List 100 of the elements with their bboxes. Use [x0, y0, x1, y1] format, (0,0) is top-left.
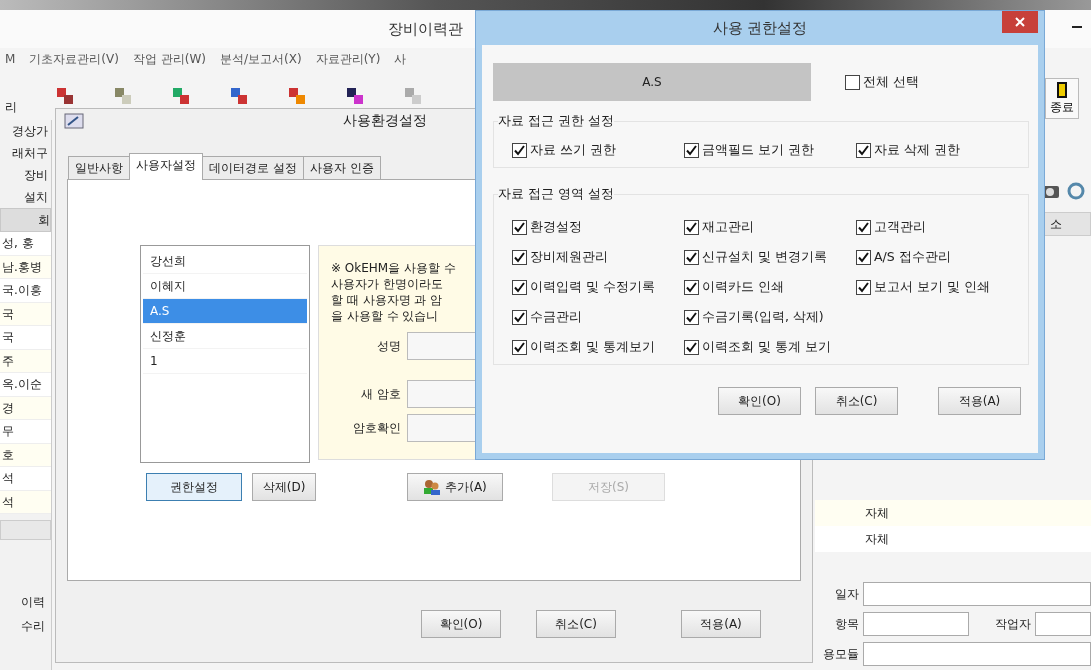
- field-label: 암호확인: [352, 419, 401, 437]
- checkbox[interactable]: 자료 쓰기 권한: [512, 142, 684, 159]
- checkbox-box: [856, 280, 871, 295]
- table-cell: 국: [0, 302, 51, 326]
- dialog-button[interactable]: 취소(C): [536, 610, 616, 638]
- checkbox[interactable]: 자료 삭제 권한: [856, 142, 1028, 159]
- checkbox-label: 환경설정: [530, 219, 582, 236]
- list-item[interactable]: 1: [143, 349, 307, 374]
- field-label: 성명: [376, 337, 401, 355]
- input-field[interactable]: [863, 582, 1091, 606]
- checkbox-box: [512, 143, 527, 158]
- field-label: 새 암호: [360, 385, 401, 403]
- field-label: 일자: [834, 585, 859, 603]
- checkbox-label: 자료 쓰기 권한: [530, 142, 616, 159]
- table-cell: 국.이흥: [0, 279, 51, 303]
- delete-button[interactable]: 삭제(D): [252, 473, 316, 501]
- checkbox[interactable]: 고객관리: [856, 219, 1028, 236]
- permission-button[interactable]: 권한설정: [146, 473, 242, 501]
- table-cell: 남.홍병: [0, 255, 51, 279]
- checkbox-label: 보고서 보기 및 인쇄: [874, 279, 990, 296]
- input-field[interactable]: [863, 642, 1091, 666]
- field-label: 작업자: [994, 615, 1031, 633]
- checkbox-box: [684, 220, 699, 235]
- checkbox[interactable]: 이력조회 및 통계 보기: [684, 339, 856, 356]
- note-text: ※ OkEHM을 사용할 수 사용자가 한명이라도 할 때 사용자명 과 암 을 사용할 수 있습니: [331, 260, 457, 324]
- checkbox-box: [856, 250, 871, 265]
- column-header: 회: [0, 208, 51, 232]
- checkbox-label: A/S 접수관리: [874, 249, 951, 266]
- checkbox-label: 이력조회 및 통계보기: [530, 339, 655, 356]
- tab[interactable]: 사용자설정: [129, 153, 203, 180]
- tab[interactable]: 사용자 인증: [302, 156, 381, 180]
- tab[interactable]: 데이터경로 설정: [202, 156, 304, 180]
- checkbox[interactable]: 수금관리: [512, 309, 684, 326]
- scrollbar[interactable]: [0, 520, 51, 540]
- checkbox-box: [684, 340, 699, 355]
- checkbox[interactable]: 보고서 보기 및 인쇄: [856, 279, 1028, 296]
- dialog-button[interactable]: 확인(O): [421, 610, 501, 638]
- table-cell: 주: [0, 349, 51, 373]
- checkbox[interactable]: 신규설치 및 변경기록: [684, 249, 856, 266]
- checkbox-box: [684, 280, 699, 295]
- field-label: 장비: [23, 167, 49, 184]
- menu-item[interactable]: 작업 관리(W): [132, 50, 206, 68]
- exit-button[interactable]: 종료: [1045, 78, 1079, 119]
- checkbox[interactable]: 이력조회 및 통계보기: [512, 339, 684, 356]
- user-name: A.S: [493, 63, 811, 101]
- menu-item[interactable]: 기초자료관리(V): [29, 50, 119, 68]
- checkbox[interactable]: 이력카드 인쇄: [684, 279, 856, 296]
- checkbox[interactable]: 금액필드 보기 권한: [684, 142, 856, 159]
- dialog-button[interactable]: 취소(C): [815, 387, 898, 415]
- checkbox[interactable]: 수금기록(입력, 삭제): [684, 309, 856, 326]
- checkbox[interactable]: A/S 접수관리: [856, 249, 1028, 266]
- table-cell: 자체: [815, 500, 1091, 526]
- checkbox-box: [512, 280, 527, 295]
- checkbox-label: 신규설치 및 변경기록: [702, 249, 827, 266]
- menu-item[interactable]: M: [5, 52, 16, 66]
- toolbar-icon[interactable]: [55, 86, 75, 106]
- checkbox-label: 이력입력 및 수정기록: [530, 279, 655, 296]
- group-title: 자료 접근 영역 설정: [498, 186, 614, 203]
- menu-item[interactable]: 자료관리(Y): [315, 50, 381, 68]
- table-cell: 국: [0, 326, 51, 350]
- checkbox-label: 이력카드 인쇄: [702, 279, 784, 296]
- toolbar-label: 리: [5, 99, 17, 116]
- checkbox[interactable]: 이력입력 및 수정기록: [512, 279, 684, 296]
- add-button[interactable]: 추가(A): [407, 473, 503, 501]
- checkbox[interactable]: 전체 선택: [845, 73, 919, 91]
- list-item[interactable]: 신정훈: [143, 324, 307, 349]
- close-icon: [1015, 17, 1025, 27]
- input-field[interactable]: [863, 612, 969, 636]
- menu-item[interactable]: 사: [394, 50, 407, 68]
- field-label: 수리: [20, 618, 46, 635]
- checkbox-box: [684, 143, 699, 158]
- checkbox-box: [856, 143, 871, 158]
- table-cell: 석: [0, 467, 51, 491]
- checkbox[interactable]: 환경설정: [512, 219, 684, 236]
- dialog-title: 사용환경설정: [343, 112, 427, 130]
- checkbox-box: [512, 220, 527, 235]
- checkbox-label: 이력조회 및 통계 보기: [702, 339, 831, 356]
- checkbox-label: 재고관리: [702, 219, 754, 236]
- dialog-button[interactable]: 적용(A): [938, 387, 1021, 415]
- list-item[interactable]: 강선희: [143, 249, 307, 274]
- dialog-button[interactable]: 적용(A): [681, 610, 761, 638]
- checkbox[interactable]: 장비제원관리: [512, 249, 684, 266]
- checkbox-label: 자료 삭제 권한: [874, 142, 960, 159]
- menu-item[interactable]: 분석/보고서(X): [220, 50, 302, 68]
- checkbox-box: [512, 340, 527, 355]
- checkbox-box: [684, 250, 699, 265]
- dialog-button[interactable]: 확인(O): [718, 387, 801, 415]
- input-field[interactable]: [1035, 612, 1091, 636]
- table-cell: 석: [0, 490, 51, 514]
- checkbox-label: 수금관리: [530, 309, 582, 326]
- close-button[interactable]: [1002, 11, 1038, 33]
- checkbox-label: 고객관리: [874, 219, 926, 236]
- toolbar-icon[interactable]: [345, 86, 365, 106]
- checkbox-label: 전체 선택: [863, 73, 919, 91]
- field-label: 설치: [23, 189, 49, 206]
- tab[interactable]: 일반사항: [68, 156, 130, 180]
- field-label: 경상가: [11, 123, 49, 140]
- field-label: 래처구: [11, 145, 49, 162]
- checkbox-box: [856, 220, 871, 235]
- checkbox-label: 금액필드 보기 권한: [702, 142, 814, 159]
